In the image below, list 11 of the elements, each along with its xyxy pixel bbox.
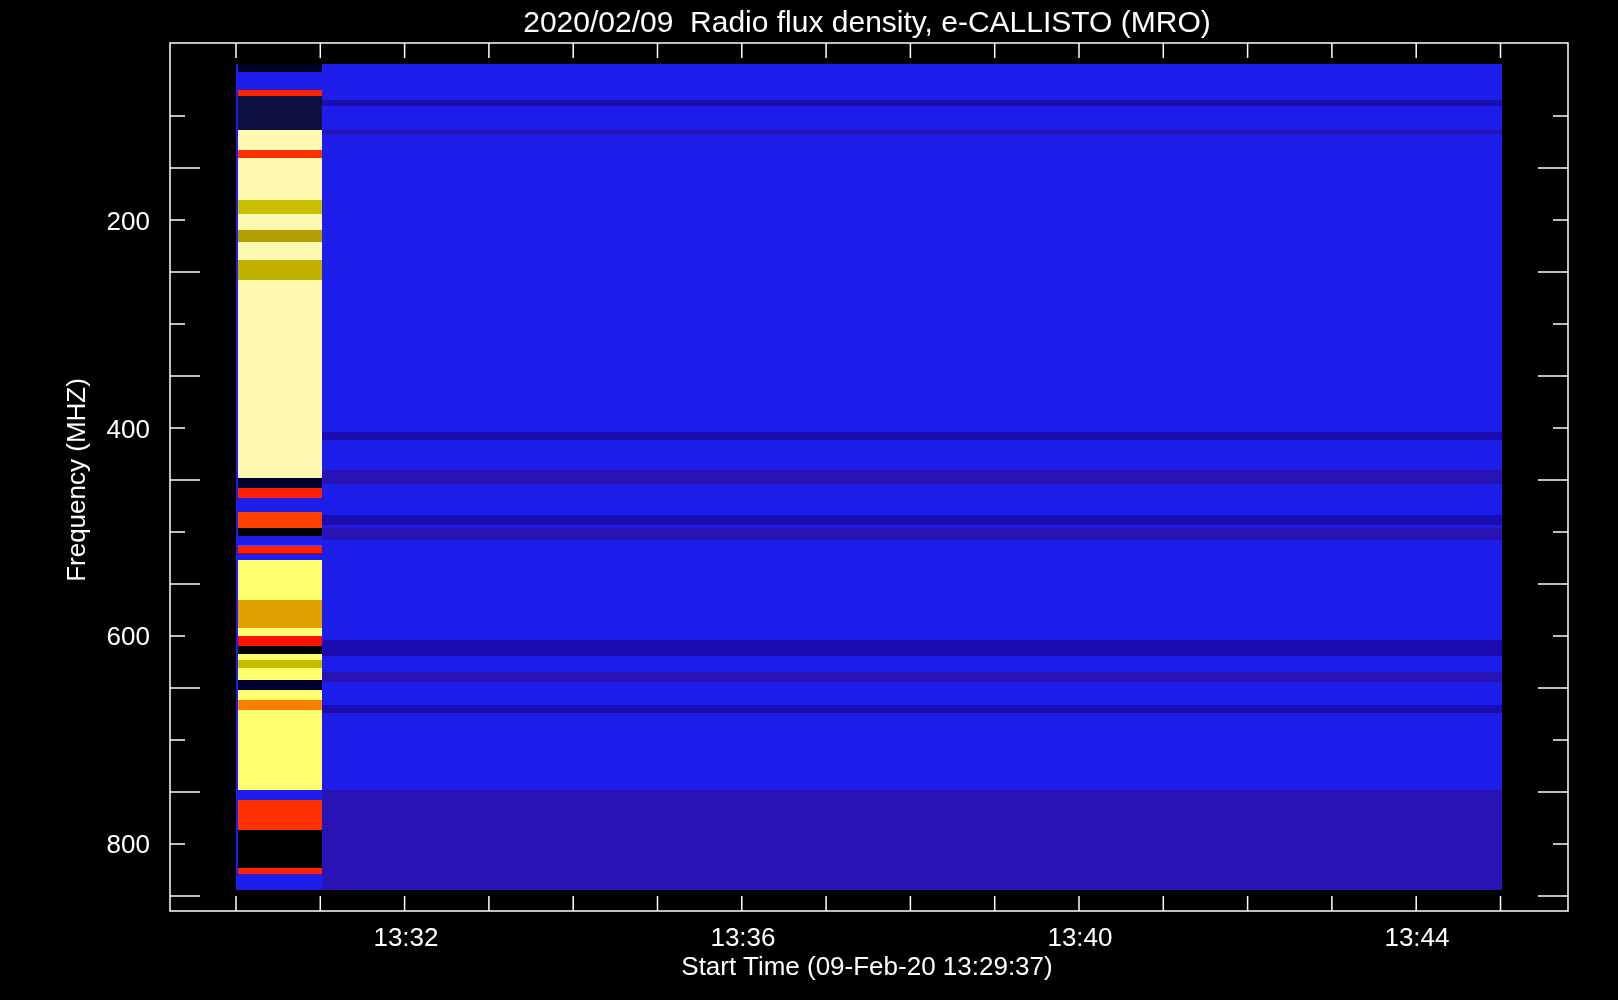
x-tick-label: 13:36 xyxy=(710,922,776,952)
x-tick-label: 13:40 xyxy=(1047,922,1113,952)
y-tick-label: 200 xyxy=(106,206,150,236)
x-axis-label: Start Time (09-Feb-20 13:29:37) xyxy=(681,951,1053,981)
y-tick-label: 800 xyxy=(106,828,150,859)
x-tick-label: 13:44 xyxy=(1384,922,1450,952)
chart-title: 2020/02/09 Radio flux density, e-CALLISTO (MRO) xyxy=(523,5,1211,38)
y-tick-label: 400 xyxy=(106,413,150,444)
x-tick-label: 13:32 xyxy=(373,922,439,952)
y-tick-label: 600 xyxy=(106,621,150,651)
y-axis-label: Frequency (MHZ) xyxy=(61,378,91,582)
